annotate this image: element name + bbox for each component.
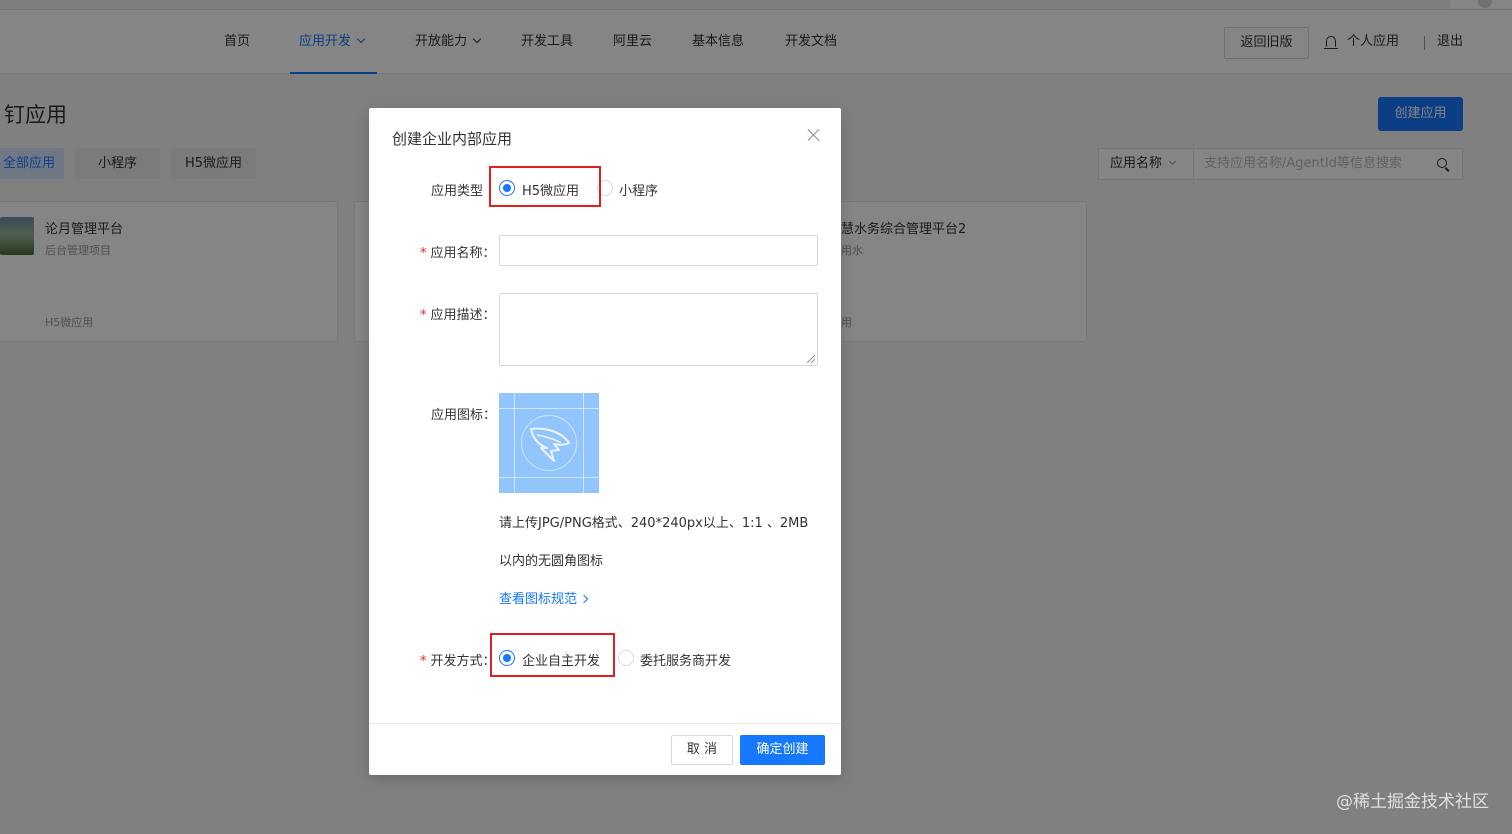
radio-label-provider-dev[interactable]: 委托服务商开发 bbox=[640, 650, 731, 669]
app-desc-textarea[interactable] bbox=[499, 293, 818, 366]
icon-hint-line1: 请上传JPG/PNG格式、240*240px以上、1:1 、2MB bbox=[499, 516, 809, 531]
icon-hint-line2: 以内的无圆角图标 bbox=[499, 554, 604, 569]
app-type-label: 应用类型 bbox=[431, 184, 484, 199]
app-desc-label: * 应用描述： bbox=[420, 308, 496, 323]
resize-handle-icon[interactable] bbox=[807, 355, 815, 363]
app-icon-label: 应用图标： bbox=[431, 408, 497, 423]
icon-spec-link[interactable]: 查看图标规范 bbox=[499, 588, 589, 607]
highlight-box bbox=[490, 633, 615, 677]
required-mark: * bbox=[420, 654, 427, 669]
dialog-title: 创建企业内部应用 bbox=[392, 130, 513, 148]
create-app-dialog: 创建企业内部应用 应用类型 H5微应用 小程序 * 应用名称： * 应用描述： 应用… bbox=[369, 108, 841, 775]
app-name-label: * 应用名称： bbox=[420, 246, 496, 261]
chevron-right-icon bbox=[579, 594, 589, 604]
dingtalk-icon bbox=[530, 427, 570, 462]
divider bbox=[369, 723, 841, 724]
cancel-button[interactable]: 取 消 bbox=[671, 735, 733, 765]
required-mark: * bbox=[420, 246, 427, 261]
dev-mode-label: * 开发方式： bbox=[420, 654, 496, 669]
radio-label-mini-program[interactable]: 小程序 bbox=[619, 180, 658, 199]
highlight-box bbox=[489, 166, 601, 207]
icon-upload-area[interactable] bbox=[499, 393, 599, 493]
watermark: @稀土掘金技术社区 bbox=[1336, 792, 1489, 812]
confirm-create-button[interactable]: 确定创建 bbox=[740, 735, 825, 765]
close-icon[interactable] bbox=[806, 127, 822, 143]
required-mark: * bbox=[420, 308, 427, 323]
radio-provider-dev[interactable] bbox=[618, 650, 634, 666]
app-name-input[interactable] bbox=[499, 235, 818, 266]
